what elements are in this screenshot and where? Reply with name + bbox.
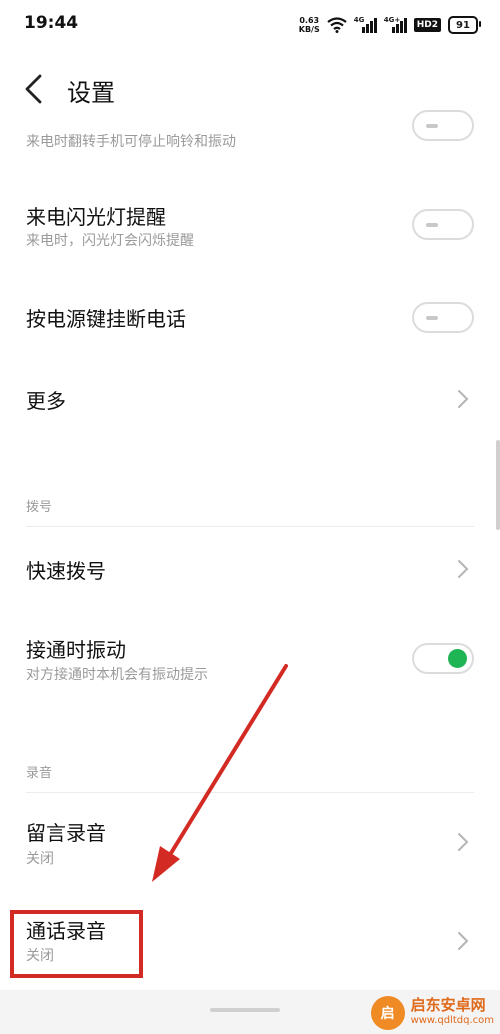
chevron-right-icon [458, 833, 469, 851]
chevron-right-icon [458, 560, 469, 578]
status-time: 19:44 [24, 13, 79, 33]
voicemail-record-title: 留言录音 [26, 821, 106, 845]
status-icons: 0.63 KB/S 4G 4G+ HD2 91 [299, 12, 481, 38]
status-bar: 19:44 0.63 KB/S 4G 4G+ HD2 91 [0, 0, 500, 50]
chevron-right-icon [458, 390, 469, 408]
speed-dial-title: 快速拨号 [26, 559, 106, 583]
home-indicator[interactable] [210, 1008, 280, 1012]
page-title: 设置 [67, 79, 115, 107]
setting-more[interactable]: 更多 [0, 365, 500, 435]
battery-level: 91 [456, 19, 470, 31]
flip-mute-subtitle: 来电时翻转手机可停止响铃和振动 [26, 134, 236, 150]
wifi-icon [327, 17, 347, 33]
net-speed-value: 0.63 [299, 16, 320, 25]
setting-flash-reminder[interactable]: 来电闪光灯提醒 来电时，闪光灯会闪烁提醒 [0, 185, 500, 270]
flash-reminder-toggle[interactable] [412, 209, 474, 240]
flash-reminder-title: 来电闪光灯提醒 [26, 205, 166, 229]
watermark-name: 启东安卓网 [410, 996, 486, 1014]
watermark: 启 启东安卓网 www.qdltdq.com [370, 996, 494, 1030]
watermark-url: www.qdltdq.com [410, 1015, 494, 1026]
section-dial-label: 拨号 [26, 500, 53, 515]
signal1-tag: 4G [353, 16, 365, 24]
back-arrow-icon[interactable] [18, 72, 52, 106]
power-hangup-title: 按电源键挂断电话 [26, 307, 186, 331]
battery-icon: 91 [448, 16, 481, 34]
connect-vibrate-title: 接通时振动 [26, 638, 126, 662]
signal-4g-plus-icon: 4G+ [383, 16, 407, 33]
setting-connect-vibrate[interactable]: 接通时振动 对方接通时本机会有振动提示 [0, 620, 500, 705]
flip-mute-toggle[interactable] [412, 110, 474, 141]
connect-vibrate-toggle[interactable] [412, 643, 474, 674]
flash-reminder-subtitle: 来电时，闪光灯会闪烁提醒 [26, 233, 194, 249]
chevron-right-icon [458, 932, 469, 950]
signal2-tag: 4G+ [383, 16, 401, 24]
net-speed: 0.63 KB/S [299, 16, 320, 34]
annotation-highlight-box [10, 910, 143, 978]
hd-icon: HD2 [413, 18, 441, 32]
scrollbar[interactable] [496, 440, 500, 530]
setting-power-hangup[interactable]: 按电源键挂断电话 [0, 285, 500, 350]
net-speed-unit: KB/S [298, 25, 320, 34]
watermark-logo: 启 [370, 996, 405, 1030]
power-hangup-toggle[interactable] [412, 302, 474, 333]
setting-voicemail-record[interactable]: 留言录音 关闭 [0, 805, 500, 885]
divider [26, 792, 474, 793]
section-record-label: 录音 [26, 766, 53, 781]
setting-speed-dial[interactable]: 快速拨号 [0, 535, 500, 605]
setting-flip-mute[interactable]: 来电时翻转手机可停止响铃和振动 [0, 110, 500, 168]
voicemail-record-status: 关闭 [26, 851, 54, 867]
more-title: 更多 [26, 389, 66, 413]
signal-4g-icon: 4G [353, 16, 377, 33]
divider [26, 526, 474, 527]
connect-vibrate-subtitle: 对方接通时本机会有振动提示 [26, 667, 208, 683]
